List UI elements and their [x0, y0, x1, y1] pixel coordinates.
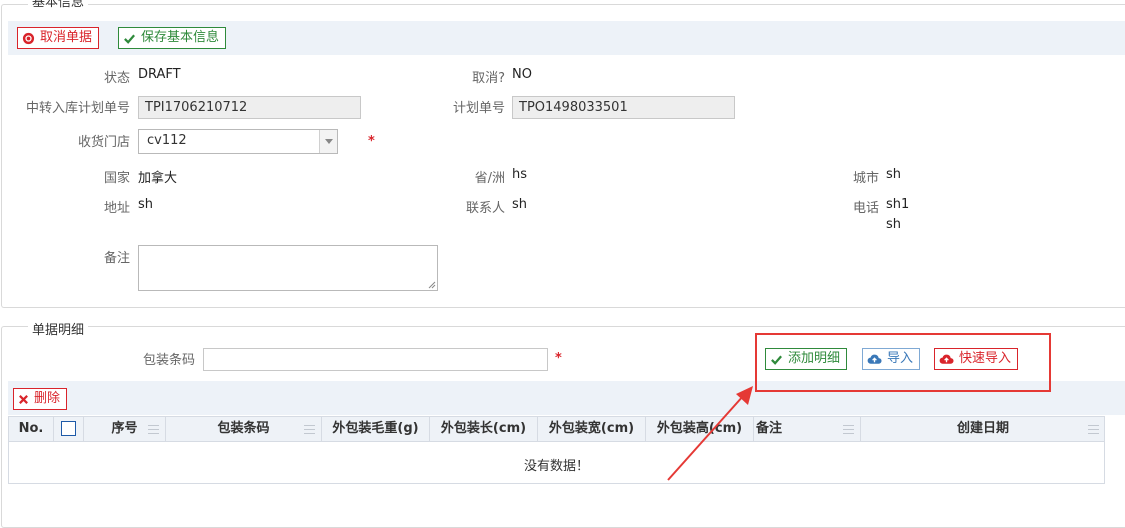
column-menu-icon[interactable]: [304, 425, 315, 437]
barcode-label: 包装条码: [142, 353, 195, 368]
grid-header-weight[interactable]: 外包装毛重(g): [322, 417, 430, 441]
grid-header-remark[interactable]: 备注: [754, 417, 861, 441]
close-icon: [18, 394, 29, 405]
transfer-plan-label: 中转入库计划单号: [25, 101, 130, 116]
check-icon: [123, 32, 136, 45]
store-select-value: cv112: [147, 133, 187, 148]
grid-header-seq[interactable]: 序号: [84, 417, 166, 441]
address-value: sh: [138, 197, 154, 212]
cancel-document-label: 取消单据: [40, 30, 93, 45]
grid-body: 没有数据！: [8, 442, 1105, 484]
column-menu-icon[interactable]: [1088, 425, 1099, 437]
select-all-checkbox[interactable]: [61, 421, 76, 436]
grid-header-created[interactable]: 创建日期: [861, 417, 1105, 441]
grid-header-length[interactable]: 外包装长(cm): [430, 417, 538, 441]
contact-value: sh: [512, 197, 528, 212]
barcode-input[interactable]: [203, 348, 548, 371]
phone-value-line2: sh: [886, 217, 902, 232]
status-label: 状态: [103, 71, 130, 86]
plan-no-label: 计划单号: [452, 101, 505, 116]
country-value: 加拿大: [138, 171, 178, 186]
save-basic-info-label: 保存基本信息: [141, 30, 220, 45]
store-required-mark: *: [368, 134, 375, 149]
contact-label: 联系人: [465, 201, 505, 216]
address-label: 地址: [103, 201, 130, 216]
cancelled-value: NO: [512, 67, 532, 82]
grid-header-barcode[interactable]: 包装条码: [166, 417, 322, 441]
status-value: DRAFT: [138, 67, 181, 82]
grid-header-no: No.: [9, 417, 54, 441]
delete-label: 删除: [34, 391, 61, 406]
cancel-document-button[interactable]: 取消单据: [17, 27, 100, 49]
province-label: 省/洲: [474, 171, 505, 186]
province-value: hs: [512, 167, 528, 182]
country-label: 国家: [103, 171, 130, 186]
grid-header: No. 序号 包装条码 外包装毛重(g) 外包装长(cm) 外包装宽(cm) 外…: [8, 416, 1105, 442]
resize-handle-icon[interactable]: [428, 281, 436, 289]
grid-empty-text: 没有数据！: [523, 459, 589, 474]
store-select[interactable]: cv112: [138, 129, 338, 154]
delete-button[interactable]: 删除: [13, 388, 68, 410]
save-basic-info-button[interactable]: 保存基本信息: [118, 27, 227, 49]
remark-textarea[interactable]: [138, 245, 438, 291]
store-label: 收货门店: [77, 135, 130, 150]
basic-info-legend: 基本信息: [28, 0, 89, 10]
annotation-arrow: [667, 386, 753, 481]
annotation-highlight-box: [755, 333, 1051, 392]
grid-header-select: [54, 417, 84, 441]
phone-value-line1: sh1: [886, 197, 910, 212]
city-label: 城市: [852, 171, 879, 186]
phone-label: 电话: [852, 201, 879, 216]
barcode-required-mark: *: [555, 351, 562, 366]
transfer-plan-field: TPI1706210712: [138, 96, 361, 119]
city-value: sh: [886, 167, 902, 182]
column-menu-icon[interactable]: [843, 425, 854, 437]
detail-legend: 单据明细: [28, 319, 89, 338]
column-menu-icon[interactable]: [148, 425, 159, 437]
grid-header-width[interactable]: 外包装宽(cm): [538, 417, 646, 441]
cancel-circle-icon: [22, 32, 35, 45]
cancelled-label: 取消?: [472, 71, 505, 86]
plan-no-field: TPO1498033501: [512, 96, 735, 119]
chevron-down-icon[interactable]: [319, 130, 337, 153]
remark-label: 备注: [103, 251, 130, 266]
